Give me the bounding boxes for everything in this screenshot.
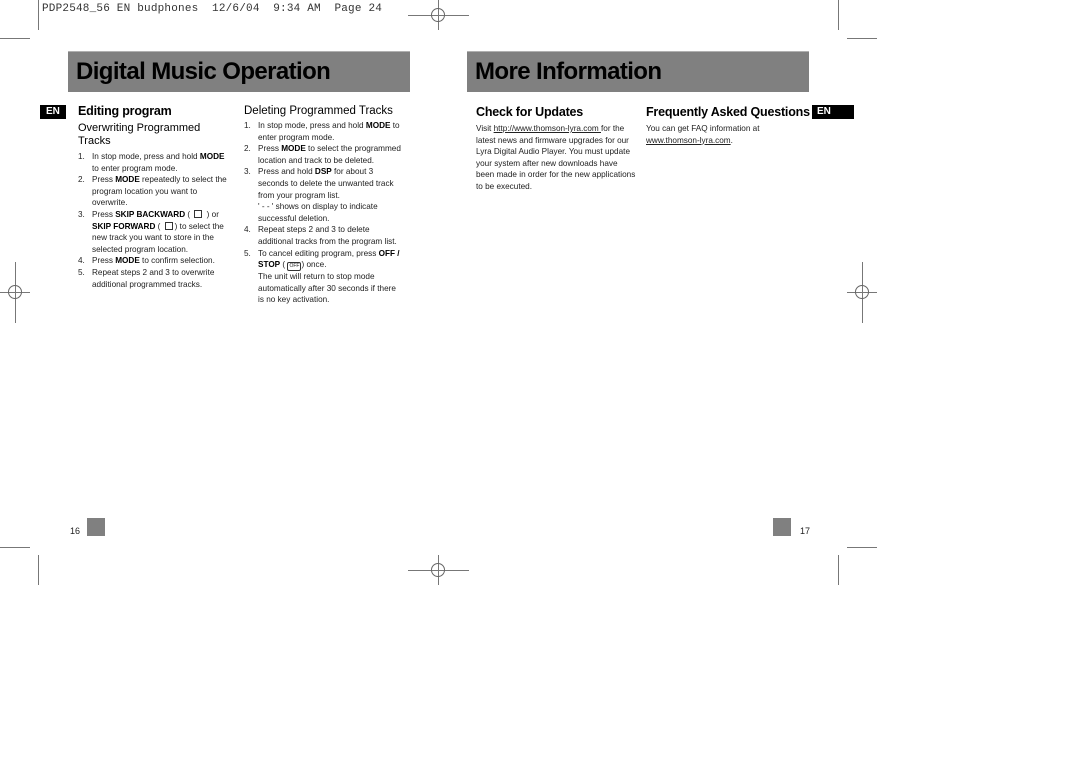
key-label: MODE	[115, 175, 140, 185]
step-note: The unit will return to stop mode automa…	[258, 272, 396, 305]
language-badge: EN	[812, 105, 854, 119]
deleting-tracks-column: Deleting Programmed Tracks 1. In stop mod…	[244, 105, 404, 306]
page-marker-square	[87, 518, 105, 536]
banner-title: More Information	[475, 58, 662, 85]
deleting-steps-list: 1. In stop mode, press and hold MODE to e…	[244, 120, 404, 306]
paragraph-text: for the latest news and firmware upgrade…	[476, 124, 636, 191]
step-number: 2.	[244, 144, 251, 154]
crop-mark	[847, 38, 877, 39]
step-text: (	[280, 260, 288, 270]
registration-circle-icon	[855, 285, 869, 299]
step-text: Repeat steps 2 and 3 to delete additiona…	[258, 225, 397, 246]
skip-forward-icon	[164, 221, 173, 230]
list-item: 5. To cancel editing program, press OFF /…	[244, 248, 404, 306]
step-text: ) or	[204, 209, 219, 219]
paragraph-text: Visit	[476, 124, 494, 133]
crop-mark	[0, 38, 30, 39]
key-label: SKIP FORWARD	[92, 221, 156, 231]
step-number: 5.	[78, 267, 85, 277]
step-number: 3.	[78, 209, 85, 219]
list-item: 5. Repeat steps 2 and 3 to overwrite addi…	[78, 267, 233, 290]
paragraph-text: .	[730, 135, 733, 145]
skip-backward-icon	[194, 209, 203, 218]
step-text: Press	[92, 256, 116, 266]
step-text: Press	[92, 209, 116, 219]
step-number: 4.	[78, 256, 85, 266]
step-text: Press	[92, 175, 116, 185]
list-item: 4. Press MODE to confirm selection.	[78, 255, 233, 267]
off-button-icon: OFF	[287, 262, 302, 272]
page-number: 16	[70, 526, 81, 536]
page-number: 17	[800, 526, 811, 536]
list-item: 4. Repeat steps 2 and 3 to delete additio…	[244, 224, 404, 247]
step-text: To cancel editing program, press	[258, 248, 379, 258]
step-note: ' - - ' shows on display to indicate suc…	[258, 202, 378, 223]
step-number: 3.	[244, 167, 251, 177]
editing-program-column: Editing program Overwriting Programmed T…	[78, 104, 233, 290]
step-number: 1.	[244, 121, 251, 130]
registration-circle-icon	[431, 563, 445, 577]
registration-circle-icon	[8, 285, 22, 299]
step-text: (	[155, 221, 163, 231]
print-slug: PDP2548_56 EN budphones 12/6/04 9:34 AM …	[42, 3, 383, 15]
step-text: to enter program mode.	[92, 163, 178, 173]
list-item: 1. In stop mode, press and hold MODE to …	[78, 151, 233, 174]
overwriting-steps-list: 1. In stop mode, press and hold MODE to …	[78, 151, 233, 290]
step-text: In stop mode, press and hold	[92, 152, 200, 161]
key-label: MODE	[115, 256, 140, 266]
registration-circle-icon	[431, 8, 445, 22]
faq-paragraph: You can get FAQ information at www.thoms…	[646, 123, 776, 146]
list-item: 1. In stop mode, press and hold MODE to e…	[244, 120, 404, 143]
key-label: SKIP BACKWARD	[115, 209, 186, 219]
key-label: MODE	[365, 121, 391, 130]
paragraph-text: You can get FAQ information at	[646, 124, 760, 133]
crop-mark	[838, 0, 839, 30]
crop-mark	[38, 0, 39, 30]
step-text: Press and hold	[258, 167, 315, 177]
subsection-heading: Overwriting Programmed Tracks	[78, 122, 201, 147]
section-banner: More Information	[467, 51, 809, 92]
subsection-heading: Deleting Programmed Tracks	[244, 105, 393, 117]
step-number: 4.	[244, 225, 251, 235]
list-item: 2. Press MODE to select the programmed lo…	[244, 143, 404, 166]
list-item: 3. Press and hold DSP for about 3 seconds…	[244, 166, 404, 224]
step-text: to confirm selection.	[139, 256, 215, 266]
list-item: 2. Press MODE repeatedly to select the pr…	[78, 174, 233, 209]
crop-mark	[838, 555, 839, 585]
section-heading: Editing program	[78, 104, 172, 118]
language-badge: EN	[40, 105, 66, 119]
crop-mark	[847, 547, 877, 548]
faq-column: Frequently Asked Questions You can get F…	[646, 105, 816, 146]
thomson-lyra-link[interactable]: http://www.thomson-lyra.com	[494, 124, 601, 133]
step-number: 2.	[78, 175, 85, 185]
step-text: Repeat steps 2 and 3 to overwrite additi…	[92, 267, 215, 289]
step-text: ) once.	[301, 260, 327, 270]
updates-paragraph: Visit http://www.thomson-lyra.com for th…	[476, 123, 636, 193]
section-banner: Digital Music Operation	[68, 51, 410, 92]
section-heading: Check for Updates	[476, 105, 584, 119]
step-text: Press	[258, 144, 282, 154]
crop-mark	[0, 547, 30, 548]
section-heading: Frequently Asked Questions	[646, 105, 810, 119]
key-label: MODE	[281, 144, 306, 154]
list-item: 3. Press SKIP BACKWARD ( ) or SKIP FORWAR…	[78, 209, 233, 255]
check-updates-column: Check for Updates Visit http://www.thoms…	[476, 105, 636, 193]
banner-title: Digital Music Operation	[76, 58, 331, 85]
key-label: MODE	[199, 152, 225, 161]
faq-link[interactable]: www.thomson-lyra.com	[646, 136, 731, 145]
step-number: 5.	[244, 248, 251, 258]
step-text: In stop mode, press and hold	[258, 121, 366, 130]
step-number: 1.	[78, 152, 85, 161]
key-label: DSP	[314, 167, 332, 177]
crop-mark	[38, 555, 39, 585]
page-marker-square	[773, 518, 791, 536]
step-text: (	[185, 209, 193, 219]
